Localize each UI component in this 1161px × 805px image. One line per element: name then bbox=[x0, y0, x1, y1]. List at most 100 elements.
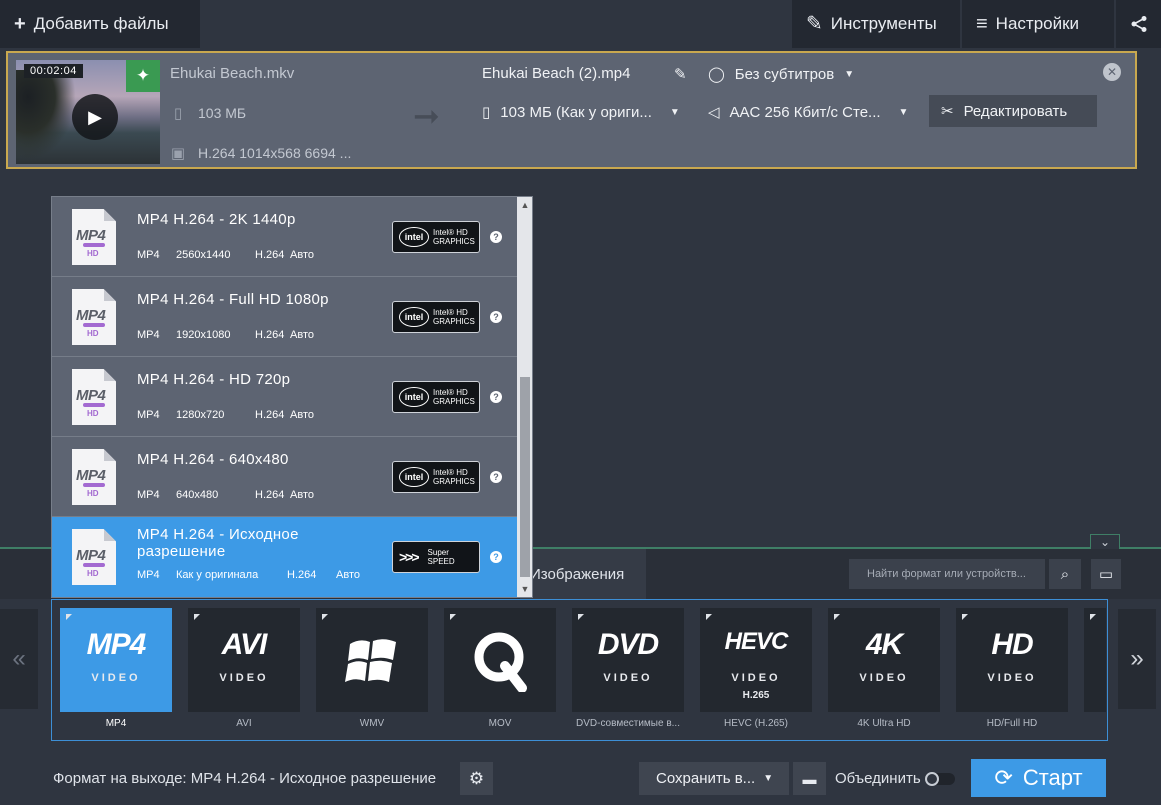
format-settings-button[interactable]: ⚙ bbox=[460, 762, 493, 795]
scrollbar-thumb[interactable] bbox=[520, 377, 530, 577]
preset-item[interactable]: MP4 HD MP4 H.264 - 640x480 MP4 640x480 H… bbox=[52, 437, 517, 517]
preset-codec: H.264 bbox=[287, 569, 317, 581]
output-file-name[interactable]: Ehukai Beach (2).mp4 bbox=[482, 65, 630, 82]
close-icon[interactable]: ✕ bbox=[1103, 63, 1121, 81]
file-icon-hd: HD bbox=[87, 489, 99, 498]
detect-device-button[interactable]: ▭ bbox=[1091, 559, 1121, 589]
chevron-down-icon: ▼ bbox=[844, 68, 855, 80]
preset-meta: MP4 Как у оригинала H.264 Авто bbox=[137, 569, 360, 581]
preset-mode: Авто bbox=[290, 329, 314, 341]
gear-icon: ⚙ bbox=[468, 768, 485, 788]
corner-marker bbox=[962, 614, 968, 620]
intel-logo-icon: intel bbox=[399, 467, 429, 487]
windows-logo-icon bbox=[345, 639, 396, 682]
merge-toggle[interactable] bbox=[925, 772, 955, 786]
mp4-file-icon: MP4 HD bbox=[72, 369, 116, 425]
format-tile-dvd-[interactable]: DVD VIDEO bbox=[572, 608, 684, 712]
format-logo-text: HD bbox=[991, 628, 1033, 661]
preset-resolution: 1280x720 bbox=[176, 409, 225, 421]
intel-badge-line2: GRAPHICS bbox=[433, 237, 475, 246]
preset-mode: Авто bbox=[290, 249, 314, 261]
corner-marker bbox=[834, 614, 840, 620]
add-files-label: Добавить файлы bbox=[33, 14, 169, 33]
open-folder-button[interactable]: ▬ bbox=[793, 762, 826, 795]
output-size-dropdown[interactable]: ▯ 103 МБ (Как у ориги... ▼ bbox=[482, 103, 680, 122]
collapse-panel-button[interactable]: ⌄ bbox=[1090, 534, 1120, 550]
scroll-down-icon[interactable]: ▼ bbox=[517, 581, 532, 597]
share-icon bbox=[1131, 16, 1146, 32]
search-button[interactable]: ⌕ bbox=[1049, 559, 1081, 589]
scroll-up-icon[interactable]: ▲ bbox=[517, 197, 532, 213]
preset-format: MP4 bbox=[137, 249, 160, 261]
help-icon[interactable]: ? bbox=[490, 471, 502, 483]
double-chevron-down-icon: ⌄ bbox=[1099, 535, 1111, 549]
format-search-input[interactable]: Найти формат или устройств... bbox=[849, 559, 1045, 589]
format-logo-text: AVI bbox=[221, 628, 268, 661]
format-logo-subtext: VIDEO bbox=[219, 672, 269, 684]
help-icon[interactable]: ? bbox=[490, 231, 502, 243]
format-tile-4k-ultra-hd[interactable]: 4K VIDEO bbox=[828, 608, 940, 712]
scroll-right-button[interactable]: » bbox=[1118, 609, 1156, 709]
intel-badge-line1: Intel® HD bbox=[433, 308, 468, 317]
output-format-text: Формат на выходе: MP4 H.264 - Исходное р… bbox=[53, 770, 437, 787]
start-button[interactable]: ⟳ Старт bbox=[971, 759, 1106, 797]
double-chevron-left-icon: « bbox=[12, 645, 26, 672]
file-icon-stripe bbox=[83, 243, 105, 247]
preset-meta: MP4 640x480 H.264 Авто bbox=[137, 489, 314, 501]
intel-logo-icon: intel bbox=[399, 227, 429, 247]
format-label: MOV bbox=[488, 718, 512, 729]
help-icon[interactable]: ? bbox=[490, 311, 502, 323]
superspeed-badge: >>> Super SPEED bbox=[392, 541, 480, 573]
corner-marker bbox=[450, 614, 456, 620]
add-files-button[interactable]: + Добавить файлы bbox=[0, 0, 200, 48]
tab-images[interactable]: Изображения bbox=[520, 549, 646, 599]
pencil-icon[interactable]: ✎ bbox=[674, 65, 687, 83]
format-tile-mp4[interactable]: MP4 VIDEO bbox=[60, 608, 172, 712]
preset-resolution: 1920x1080 bbox=[176, 329, 231, 341]
subtitles-dropdown[interactable]: ◯ Без субтитров ▼ bbox=[708, 65, 855, 84]
file-fold bbox=[104, 369, 116, 381]
file-fold bbox=[104, 449, 116, 461]
edit-button[interactable]: ✂ Редактировать bbox=[929, 95, 1097, 127]
help-icon[interactable]: ? bbox=[490, 551, 502, 563]
dropdown-scrollbar[interactable]: ▲ ▼ bbox=[517, 197, 532, 597]
video-thumbnail[interactable]: 00:02:04 ✦ ▶ bbox=[16, 60, 160, 164]
tools-button[interactable]: ✎ Инструменты bbox=[792, 0, 960, 48]
magic-wand-icon[interactable]: ✦ bbox=[126, 60, 160, 92]
speaker-icon: ◁ bbox=[708, 104, 720, 121]
plus-icon: + bbox=[14, 13, 26, 35]
preset-title: MP4 H.264 - 640x480 bbox=[137, 451, 289, 468]
format-tile-hd-full-hd[interactable]: HD VIDEO bbox=[956, 608, 1068, 712]
audio-dropdown[interactable]: ◁ AAC 256 Кбит/с Сте... ▼ bbox=[708, 103, 908, 122]
share-button[interactable] bbox=[1116, 0, 1161, 48]
intel-badge-line2: GRAPHICS bbox=[433, 477, 475, 486]
film-icon: ▣ bbox=[170, 145, 186, 162]
format-tile-wmv[interactable] bbox=[316, 608, 428, 712]
format-tile-avi[interactable]: AVI VIDEO bbox=[188, 608, 300, 712]
format-tile-partial[interactable] bbox=[1084, 608, 1106, 712]
double-chevron-right-icon: » bbox=[1130, 645, 1144, 672]
play-icon[interactable]: ▶ bbox=[72, 94, 118, 140]
preset-item[interactable]: MP4 HD MP4 H.264 - Full HD 1080p MP4 192… bbox=[52, 277, 517, 357]
superspeed-badge-text: Super SPEED bbox=[428, 548, 455, 566]
help-icon[interactable]: ? bbox=[490, 391, 502, 403]
corner-marker bbox=[322, 614, 328, 620]
preset-item[interactable]: MP4 HD MP4 H.264 - Исходное разрешение M… bbox=[52, 517, 517, 597]
preset-item[interactable]: MP4 HD MP4 H.264 - 2K 1440p MP4 2560x144… bbox=[52, 197, 517, 277]
format-logo-text: 4K bbox=[865, 628, 903, 661]
format-tile-mov[interactable] bbox=[444, 608, 556, 712]
merge-label: Объединить bbox=[835, 770, 921, 787]
search-icon: ⌕ bbox=[1060, 565, 1070, 583]
format-tile-hevc-h-265-[interactable]: HEVC VIDEO H.265 bbox=[700, 608, 812, 712]
preset-codec: H.264 bbox=[255, 409, 285, 421]
preset-resolution: 2560x1440 bbox=[176, 249, 231, 261]
format-label: HD/Full HD bbox=[986, 718, 1038, 729]
file-item[interactable]: 00:02:04 ✦ ▶ Ehukai Beach.mkv ▯ 103 МБ ▣… bbox=[6, 51, 1137, 169]
scissors-icon: ✂ bbox=[941, 103, 954, 120]
output-size-value: 103 МБ (Как у ориги... bbox=[500, 103, 652, 121]
preset-format: MP4 bbox=[137, 329, 160, 341]
scroll-left-button[interactable]: « bbox=[0, 609, 38, 709]
preset-item[interactable]: MP4 HD MP4 H.264 - HD 720p MP4 1280x720 … bbox=[52, 357, 517, 437]
save-to-button[interactable]: Сохранить в... ▼ bbox=[639, 762, 789, 795]
settings-button[interactable]: ≡ Настройки bbox=[962, 0, 1114, 48]
